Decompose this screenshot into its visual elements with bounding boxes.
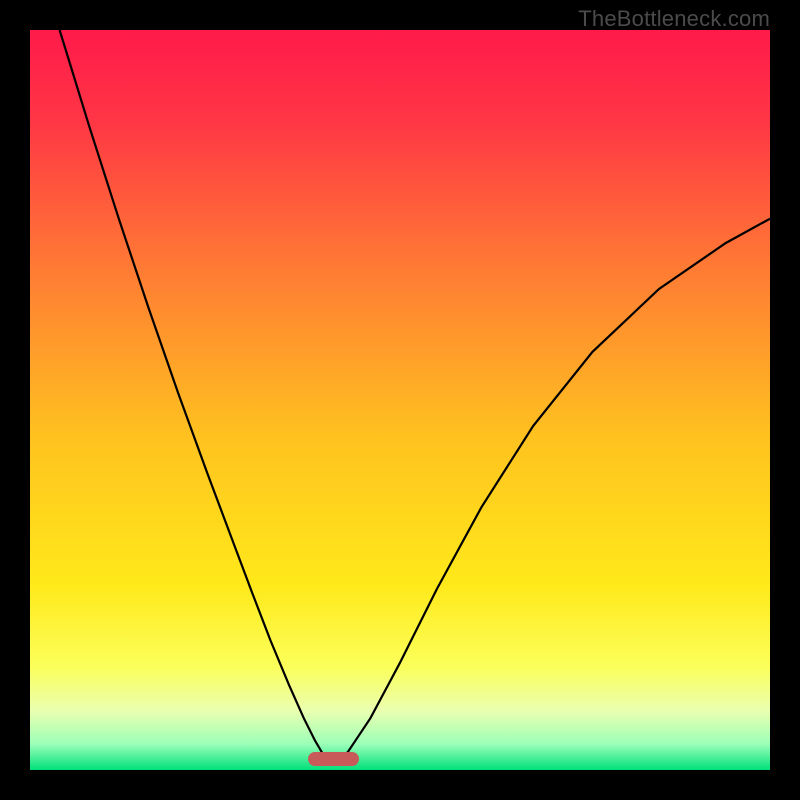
bottleneck-curve (30, 30, 770, 770)
curve-left-branch (60, 30, 331, 764)
optimum-marker (308, 752, 360, 767)
watermark-text: TheBottleneck.com (578, 6, 770, 32)
curve-right-branch (336, 219, 770, 764)
frame-border: TheBottleneck.com (0, 0, 800, 800)
plot-area (30, 30, 770, 770)
